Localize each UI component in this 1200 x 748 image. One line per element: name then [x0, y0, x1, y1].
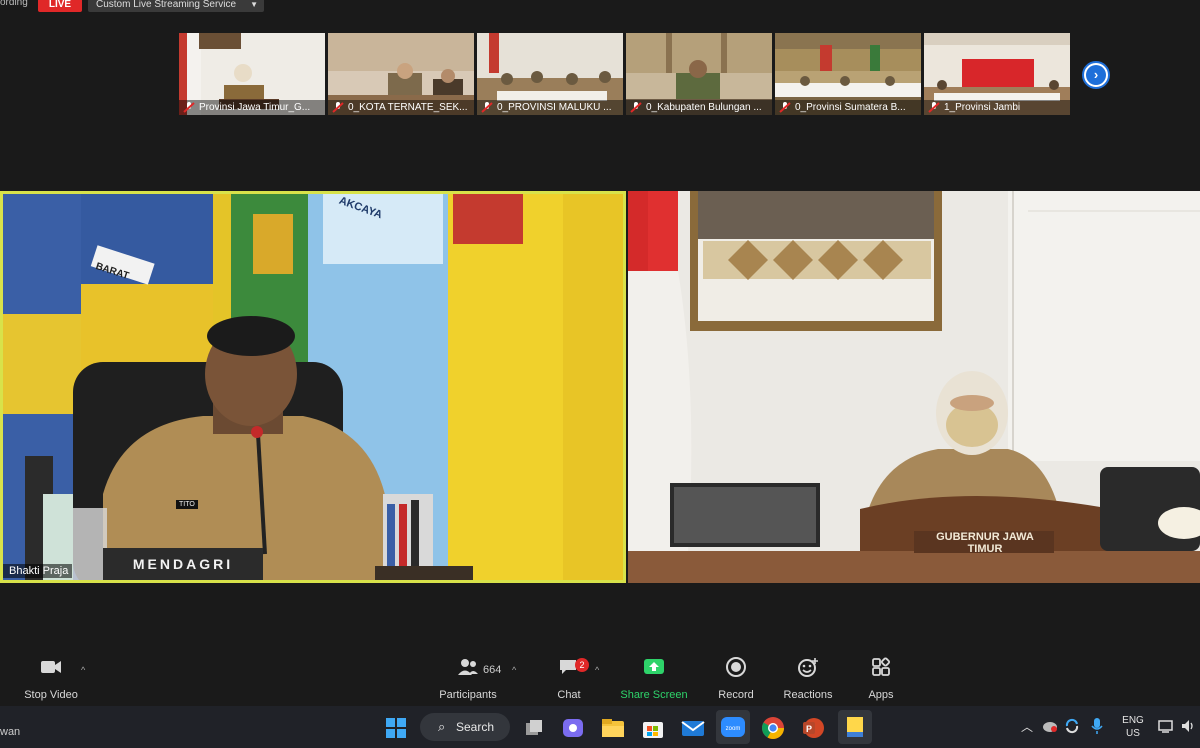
- thumbnail-label: 0_KOTA TERNATE_SEK...: [328, 100, 474, 115]
- microphone-icon[interactable]: [1091, 717, 1103, 735]
- muted-mic-icon: [332, 102, 344, 113]
- thumbnail-tile[interactable]: 0_KOTA TERNATE_SEK...: [328, 33, 474, 115]
- record-button[interactable]: Record: [696, 655, 776, 701]
- meeting-top-bar: ording LIVE Custom Live Streaming Servic…: [0, 0, 1200, 14]
- tray-app-icon[interactable]: [1042, 719, 1058, 733]
- teams-chat-icon[interactable]: [560, 715, 586, 741]
- thumbnail-participant-name: 1_Provinsi Jambi: [944, 102, 1021, 113]
- microsoft-store-icon[interactable]: [640, 715, 666, 741]
- participants-button[interactable]: Participants: [428, 655, 508, 701]
- muted-mic-icon: [481, 102, 493, 113]
- search-icon: ⌕: [438, 719, 446, 734]
- participants-options-caret-icon[interactable]: ^: [512, 665, 516, 675]
- apps-button[interactable]: Apps: [841, 655, 921, 701]
- zoom-icon: zoom: [721, 717, 745, 737]
- muted-mic-icon: [779, 102, 791, 113]
- chat-options-caret-icon[interactable]: ^: [595, 665, 599, 675]
- thumbnail-participant-name: 0_Provinsi Sumatera B...: [795, 102, 906, 113]
- thumbnail-participant-name: Provinsi Jawa Timur_G...: [199, 102, 311, 113]
- file-explorer-icon[interactable]: [600, 715, 626, 741]
- chrome-icon[interactable]: [760, 715, 786, 741]
- thumbnail-label: Provinsi Jawa Timur_G...: [179, 100, 325, 115]
- taskbar-search-label: Search: [456, 720, 495, 734]
- desk-nameplate: MENDAGRI: [132, 556, 234, 572]
- chat-button[interactable]: Chat: [529, 655, 609, 701]
- taskbar-left-text: wan: [0, 726, 21, 738]
- thumbnail-label: 1_Provinsi Jambi: [924, 100, 1070, 115]
- thumbnail-tile[interactable]: 0_Provinsi Sumatera B...: [775, 33, 921, 115]
- muted-mic-icon: [183, 102, 195, 113]
- input-language-indicator[interactable]: ENG US: [1120, 714, 1146, 740]
- thumbnail-participant-name: 0_PROVINSI MALUKU ...: [497, 102, 612, 113]
- participants-count: 664: [483, 664, 502, 676]
- live-badge[interactable]: LIVE: [38, 0, 82, 12]
- volume-icon[interactable]: [1180, 718, 1196, 734]
- svg-text:zoom: zoom: [726, 726, 741, 732]
- participants-icon: [458, 659, 478, 675]
- language-code: ENG: [1122, 715, 1144, 726]
- muted-mic-icon: [630, 102, 642, 113]
- thumbnail-label: 0_Provinsi Sumatera B...: [775, 100, 921, 115]
- participant-name-tag: Bhakti Praja: [3, 564, 73, 578]
- task-view-icon[interactable]: [521, 715, 547, 741]
- thumbnail-tile[interactable]: Provinsi Jawa Timur_G...: [179, 33, 325, 115]
- chevron-right-icon: ›: [1086, 65, 1106, 85]
- record-icon: [726, 657, 746, 677]
- windows-taskbar: wan ⌕ Search zoom P ︿ ENG US: [0, 706, 1200, 748]
- thumbnail-participant-name: 0_Kabupaten Bulungan ...: [646, 102, 762, 113]
- powerpoint-icon[interactable]: P: [800, 715, 826, 741]
- video-camera-icon: [41, 661, 61, 673]
- zoom-meeting-window: ording LIVE Custom Live Streaming Servic…: [0, 0, 1200, 748]
- reactions-button[interactable]: Reactions: [768, 655, 848, 701]
- video-feed-scene: [3, 194, 623, 580]
- uniform-name-tag: TITO: [176, 500, 198, 509]
- recording-status-text: ording: [0, 0, 28, 8]
- participants-label: Participants: [439, 689, 497, 701]
- stop-video-label: Stop Video: [24, 689, 78, 701]
- thumbnail-label: 0_Kabupaten Bulungan ...: [626, 100, 772, 115]
- reactions-label: Reactions: [783, 689, 833, 701]
- thumbnail-participant-name: 0_KOTA TERNATE_SEK...: [348, 102, 468, 113]
- region-code: US: [1126, 728, 1140, 739]
- chat-unread-badge: 2: [575, 658, 589, 672]
- smiley-reactions-icon: [798, 658, 818, 677]
- video-feed-scene: [628, 191, 1200, 583]
- sync-icon[interactable]: [1064, 718, 1080, 734]
- stream-service-label: Custom Live Streaming Service: [96, 0, 237, 10]
- mail-icon[interactable]: [680, 715, 706, 741]
- thumbnail-tile[interactable]: 0_Kabupaten Bulungan ...: [626, 33, 772, 115]
- gallery-next-page-button[interactable]: ›: [1082, 61, 1110, 89]
- video-options-caret-icon[interactable]: ^: [81, 665, 85, 675]
- stop-video-button[interactable]: Stop Video: [11, 655, 91, 701]
- desk-nameplate: GUBERNUR JAWA TIMUR: [936, 531, 1034, 555]
- caret-down-icon: ▼: [250, 0, 258, 9]
- share-screen-label: Share Screen: [620, 689, 688, 701]
- record-label: Record: [718, 689, 754, 701]
- thumbnail-tile[interactable]: 0_PROVINSI MALUKU ...: [477, 33, 623, 115]
- live-stream-service-dropdown[interactable]: Custom Live Streaming Service ▼: [88, 0, 264, 12]
- tray-overflow-chevron-icon[interactable]: ︿: [1021, 718, 1033, 735]
- sticky-notes-icon: [847, 717, 863, 737]
- share-screen-icon: [644, 659, 664, 674]
- taskbar-search-button[interactable]: ⌕ Search: [420, 713, 510, 741]
- share-screen-button[interactable]: Share Screen: [614, 655, 694, 701]
- network-icon[interactable]: [1158, 718, 1174, 734]
- thumbnail-label: 0_PROVINSI MALUKU ...: [477, 100, 623, 115]
- notes-app-taskbar-button[interactable]: [838, 710, 872, 744]
- meeting-controls-toolbar: Stop Video ^ Participants 664 ^ Chat 2 ^…: [0, 655, 1200, 705]
- participant-video-tile[interactable]: GUBERNUR JAWA TIMUR: [628, 191, 1200, 583]
- apps-label: Apps: [868, 689, 894, 701]
- muted-mic-icon: [928, 102, 940, 113]
- apps-icon: [872, 657, 891, 676]
- active-speaker-video-tile[interactable]: TITO AKCAYA BARAT MENDAGRI Bhakti Praja: [0, 191, 626, 583]
- svg-text:P: P: [806, 724, 812, 734]
- windows-start-icon[interactable]: [383, 715, 409, 741]
- chat-label: Chat: [557, 689, 581, 701]
- zoom-app-taskbar-button[interactable]: zoom: [716, 710, 750, 744]
- thumbnail-tile[interactable]: 1_Provinsi Jambi: [924, 33, 1070, 115]
